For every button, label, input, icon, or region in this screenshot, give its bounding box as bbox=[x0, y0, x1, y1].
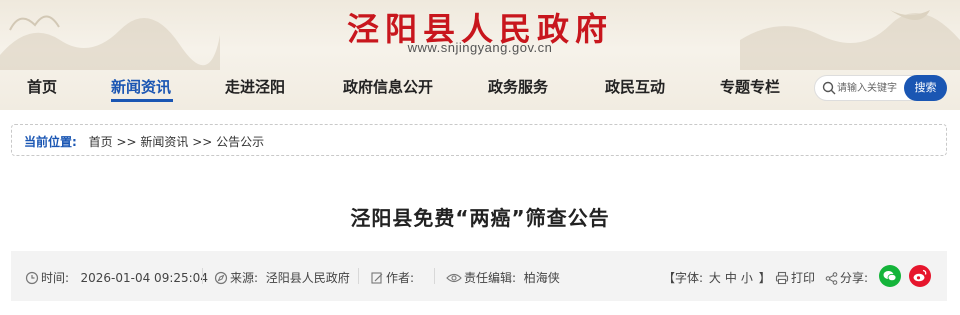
divider bbox=[358, 268, 359, 284]
breadcrumb-label: 当前位置: bbox=[24, 135, 77, 149]
eye-icon bbox=[446, 273, 462, 283]
print-button[interactable]: 打印 bbox=[775, 269, 815, 286]
divider bbox=[434, 268, 435, 284]
font-size-control: 【字体: 大中小 】 bbox=[663, 271, 771, 285]
weibo-share-button[interactable] bbox=[909, 265, 931, 287]
breadcrumb: 当前位置: 首页 >> 新闻资讯 >> 公告公示 bbox=[11, 124, 947, 156]
meta-author: 作者: bbox=[370, 269, 414, 286]
compass-icon bbox=[214, 271, 228, 285]
active-tab-indicator bbox=[111, 99, 173, 102]
search-input[interactable] bbox=[837, 79, 903, 97]
wechat-share-button[interactable] bbox=[879, 265, 901, 287]
edit-icon bbox=[371, 272, 383, 284]
nav-item-interaction[interactable]: 政民互动 bbox=[605, 76, 665, 97]
divider bbox=[202, 268, 203, 284]
font-medium-link[interactable]: 中 bbox=[725, 271, 737, 285]
nav-item-home[interactable]: 首页 bbox=[27, 76, 57, 97]
font-large-link[interactable]: 大 bbox=[709, 271, 721, 285]
clock-icon bbox=[25, 271, 39, 285]
share-label: 分享: bbox=[825, 269, 868, 286]
nav-item-topics[interactable]: 专题专栏 bbox=[720, 76, 780, 97]
nav-item-news[interactable]: 新闻资讯 bbox=[111, 76, 171, 97]
font-small-link[interactable]: 小 bbox=[741, 271, 753, 285]
meta-time: 时间: 2026-01-04 09:25:04 bbox=[25, 269, 208, 286]
share-icon bbox=[825, 272, 838, 285]
nav-item-about[interactable]: 走进泾阳 bbox=[225, 76, 285, 97]
nav-item-gov-info[interactable]: 政府信息公开 bbox=[343, 76, 433, 97]
meta-editor: 责任编辑: 柏海侠 bbox=[446, 269, 560, 286]
site-url: www.snjingyang.gov.cn bbox=[407, 40, 553, 55]
weibo-icon bbox=[913, 269, 927, 282]
search-icon bbox=[822, 81, 836, 95]
meta-source: 来源: 泾阳县人民政府 bbox=[214, 269, 350, 286]
printer-icon bbox=[775, 271, 789, 285]
article-meta-bar: 时间: 2026-01-04 09:25:04 来源: 泾阳县人民政府 作者: … bbox=[11, 251, 947, 301]
breadcrumb-path[interactable]: 首页 >> 新闻资讯 >> 公告公示 bbox=[89, 135, 264, 149]
article-title: 泾阳县免费“两癌”筛查公告 bbox=[350, 206, 610, 230]
wechat-icon bbox=[883, 271, 897, 282]
nav-item-services[interactable]: 政务服务 bbox=[488, 76, 548, 97]
search-button[interactable]: 搜索 bbox=[904, 75, 947, 101]
